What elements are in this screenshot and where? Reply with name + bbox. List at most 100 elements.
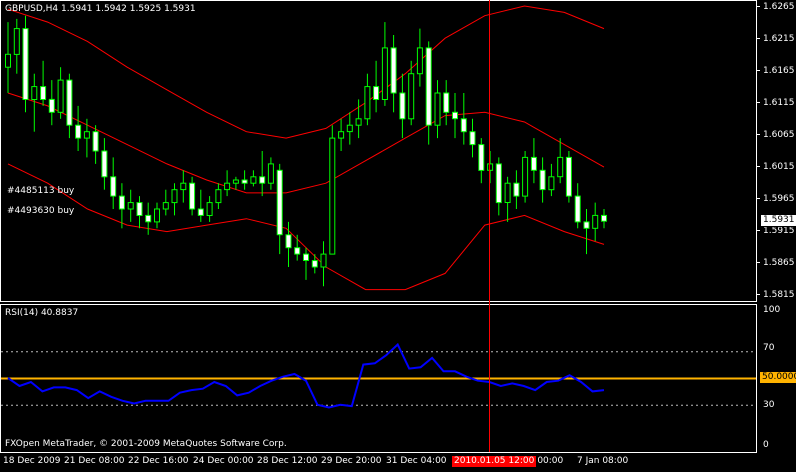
rsi-label: RSI(14) 40.8837 bbox=[5, 308, 79, 318]
bear-candle-body bbox=[425, 47, 432, 126]
bear-candle-body bbox=[469, 131, 476, 146]
copyright-text: FXOpen MetaTrader, © 2001-2009 MetaQuote… bbox=[5, 439, 287, 449]
bear-candle-body bbox=[530, 156, 537, 171]
bear-candle-body bbox=[303, 253, 309, 262]
bull-candle-body bbox=[154, 208, 160, 223]
bear-candle-body bbox=[601, 214, 607, 222]
rsi-axis-label: 30 bbox=[763, 400, 775, 410]
bear-candle-body bbox=[66, 79, 73, 126]
price-axis-label: 1.6115 bbox=[763, 98, 795, 108]
bull-candle-body bbox=[557, 156, 564, 178]
bull-candle-body bbox=[180, 182, 187, 191]
bull-candle-body bbox=[416, 47, 423, 75]
bear-candle-body bbox=[110, 176, 117, 197]
bear-candle-body bbox=[40, 86, 47, 100]
bear-candle-body bbox=[513, 182, 520, 197]
chart-window[interactable]: GBPUSD,H4 1.5941 1.5942 1.5925 1.5931 #4… bbox=[0, 0, 796, 469]
bull-candle-body bbox=[31, 86, 38, 100]
price-axis-label: 1.6265 bbox=[763, 2, 795, 12]
bull-candle-body bbox=[487, 163, 494, 171]
price-axis-label: 1.6015 bbox=[763, 162, 795, 172]
bear-candle-body bbox=[478, 144, 485, 171]
bear-candle-body bbox=[276, 169, 283, 236]
bull-candle-body bbox=[267, 163, 274, 184]
bull-candle-body bbox=[592, 214, 599, 229]
bull-candle-body bbox=[224, 182, 231, 191]
bull-candle-body bbox=[329, 137, 336, 255]
time-axis-label: 7 Jan 08:00 bbox=[577, 456, 629, 466]
crosshair-time-tag: 2010.01.05 12:00 bbox=[452, 456, 537, 467]
bear-candle-body bbox=[565, 156, 572, 197]
bull-candle-body bbox=[522, 156, 529, 197]
bear-candle-body bbox=[574, 195, 581, 223]
price-axis-label: 1.5865 bbox=[763, 258, 795, 268]
bull-candle-body bbox=[162, 202, 169, 210]
bull-candle-body bbox=[338, 131, 345, 139]
bull-candle-body bbox=[434, 92, 441, 126]
time-axis-label: 18 Dec 2009 bbox=[3, 456, 61, 466]
price-axis-label: 1.6215 bbox=[763, 34, 795, 44]
bear-candle-body bbox=[136, 202, 143, 217]
bear-candle-body bbox=[197, 208, 204, 216]
bull-candle-body bbox=[548, 176, 555, 191]
bear-candle-body bbox=[452, 111, 458, 120]
bull-candle-body bbox=[171, 189, 178, 204]
bull-candle-body bbox=[5, 53, 11, 68]
bull-candle-body bbox=[57, 79, 64, 113]
order-label-1: #4485113 buy bbox=[7, 186, 75, 196]
bear-candle-body bbox=[22, 28, 29, 101]
price-axis-label: 1.6165 bbox=[763, 66, 795, 76]
bear-candle-body bbox=[539, 169, 546, 191]
bear-candle-body bbox=[460, 118, 467, 133]
price-axis-label: 1.5965 bbox=[763, 194, 795, 204]
bull-candle-body bbox=[13, 28, 20, 55]
bear-candle-body bbox=[92, 131, 99, 152]
bull-candle-body bbox=[250, 176, 257, 184]
bull-candle-body bbox=[232, 179, 239, 184]
rsi-axis-label: 0 bbox=[763, 440, 769, 450]
bear-candle-body bbox=[373, 86, 380, 100]
rsi-axis-label: 70 bbox=[763, 343, 775, 353]
price-axis-label: 1.6065 bbox=[763, 130, 795, 140]
bear-candle-body bbox=[189, 182, 196, 210]
bull-candle-body bbox=[355, 118, 362, 126]
time-axis-label: 24 Dec 00:00 bbox=[193, 456, 254, 466]
bear-candle-body bbox=[294, 247, 301, 255]
bull-candle-body bbox=[83, 131, 90, 139]
bear-candle-body bbox=[583, 221, 590, 229]
bear-candle-body bbox=[495, 163, 502, 204]
bull-candle-body bbox=[364, 86, 371, 120]
time-axis-label: 22 Dec 16:00 bbox=[128, 456, 189, 466]
price-axis-label: 1.5915 bbox=[763, 226, 795, 236]
bear-candle-body bbox=[75, 124, 82, 139]
bull-candle-body bbox=[127, 202, 134, 210]
chart-header: GBPUSD,H4 1.5941 1.5942 1.5925 1.5931 bbox=[5, 4, 196, 14]
bull-candle-body bbox=[206, 202, 213, 217]
bull-candle-body bbox=[215, 189, 222, 204]
bull-candle-body bbox=[320, 253, 327, 268]
time-axis-label: 28 Dec 12:00 bbox=[257, 456, 318, 466]
bull-candle-body bbox=[381, 47, 388, 100]
bear-candle-body bbox=[48, 98, 55, 113]
chart-canvas[interactable] bbox=[0, 0, 796, 469]
bear-candle-body bbox=[241, 179, 248, 184]
bear-candle-body bbox=[285, 234, 292, 249]
current-price-tag: 1.5931 bbox=[760, 214, 796, 227]
bear-candle-body bbox=[259, 176, 266, 184]
price-axis-label: 1.5815 bbox=[763, 290, 795, 300]
bull-candle-body bbox=[346, 124, 353, 133]
order-label-2: #4493630 buy bbox=[7, 206, 75, 216]
rsi-level-tag: 50.0000 bbox=[760, 372, 796, 383]
bear-candle-body bbox=[311, 260, 318, 268]
bear-candle-body bbox=[101, 150, 108, 178]
bear-candle-body bbox=[390, 47, 397, 94]
rsi-axis-label: 100 bbox=[763, 305, 781, 315]
bear-candle-body bbox=[399, 92, 406, 120]
bear-candle-body bbox=[443, 92, 450, 113]
bear-candle-body bbox=[145, 214, 152, 223]
time-axis-label: 31 Dec 04:00 bbox=[386, 456, 447, 466]
time-axis-label: 29 Dec 20:00 bbox=[321, 456, 382, 466]
bull-candle-body bbox=[504, 182, 511, 203]
time-axis-label: 21 Dec 08:00 bbox=[64, 456, 125, 466]
bull-candle-body bbox=[408, 73, 415, 120]
